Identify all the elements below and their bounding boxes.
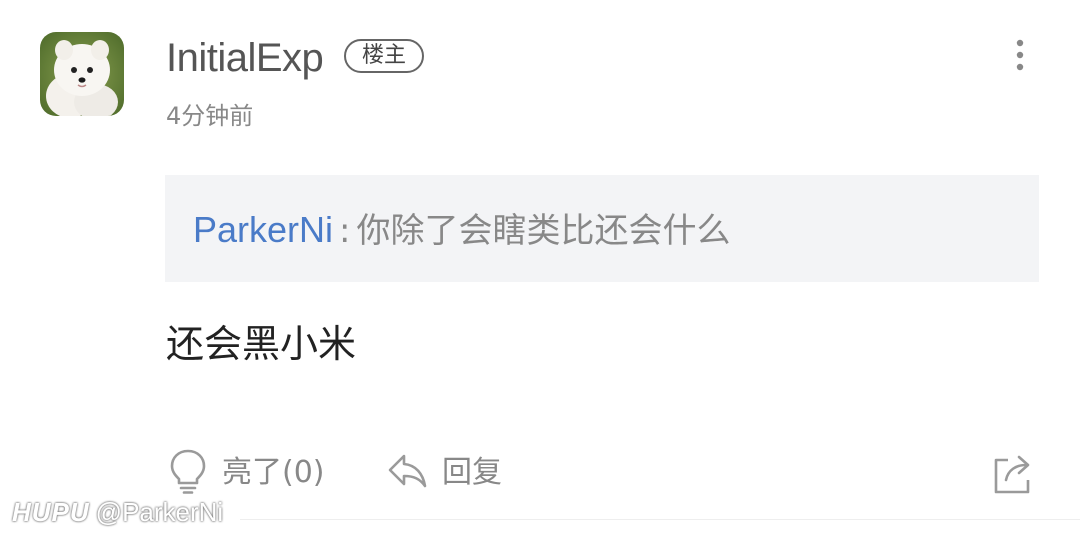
op-badge: 楼主 xyxy=(344,39,424,73)
reply-label: 回复 xyxy=(442,455,502,490)
watermark: HUPU @ParkerNi xyxy=(12,496,223,529)
share-button[interactable] xyxy=(990,450,1036,500)
quote-text: ParkerNi: 你除了会瞎类比还会什么 xyxy=(193,209,731,252)
lightbulb-icon xyxy=(168,447,208,499)
share-icon xyxy=(990,450,1036,500)
quote-author[interactable]: ParkerNi xyxy=(193,209,333,250)
reply-button[interactable]: 回复 xyxy=(386,448,502,498)
like-label: 亮了(0) xyxy=(222,455,325,490)
watermark-user: @ParkerNi xyxy=(95,497,224,527)
timestamp: 4分钟前 xyxy=(166,102,254,130)
watermark-logo: HUPU xyxy=(12,497,90,527)
reply-arrow-icon xyxy=(386,450,428,496)
post-content: 还会黑小米 xyxy=(166,322,357,366)
reply-post: InitialExp 楼主 4分钟前 ParkerNi: 你除了会瞎类比还会什么 … xyxy=(0,0,1080,533)
username[interactable]: InitialExp xyxy=(166,34,324,82)
like-button[interactable]: 亮了(0) xyxy=(168,448,325,498)
divider xyxy=(240,519,1080,520)
quote-body: 你除了会瞎类比还会什么 xyxy=(356,211,731,251)
more-vertical-icon[interactable] xyxy=(1008,38,1032,72)
avatar-dog-image xyxy=(40,32,124,116)
quote-separator: : xyxy=(339,211,351,251)
quoted-reply[interactable]: ParkerNi: 你除了会瞎类比还会什么 xyxy=(165,175,1039,282)
avatar[interactable] xyxy=(40,32,124,116)
